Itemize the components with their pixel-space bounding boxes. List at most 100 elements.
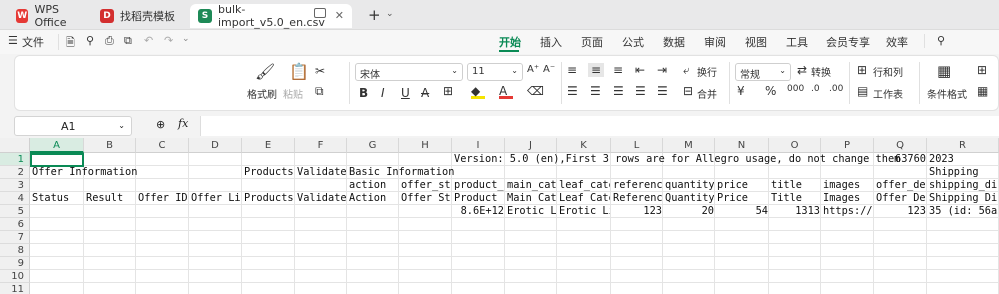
cell-o5[interactable]: 1313 [771,205,820,218]
italic-icon[interactable]: I [381,86,385,100]
cell-m5[interactable]: 20 [665,205,714,218]
paste-icon[interactable]: 📋 [289,62,309,81]
convert-icon[interactable]: ⇄ [797,63,807,77]
underline-icon[interactable]: U [401,86,410,100]
column-header-o[interactable]: O [769,138,821,153]
font-grow-icon[interactable]: A⁺ [527,64,539,75]
percent-button[interactable]: % [765,84,776,98]
format-painter-button[interactable]: 格式刷 [247,86,277,101]
clear-format-icon[interactable]: ⌫ [527,84,544,98]
active-cell-selection[interactable] [30,153,84,167]
column-header-m[interactable]: M [663,138,715,153]
ribbon-tab-formula[interactable]: 公式 [622,34,644,50]
cell-o4[interactable]: Title [771,192,820,205]
window-icon[interactable] [314,8,326,18]
cell-i3[interactable]: product_id [454,179,504,192]
more-icon[interactable]: ⌄ [182,34,190,44]
save-icon[interactable]: 🗎 [66,34,75,53]
align-top-icon[interactable]: ≡ [567,63,577,77]
strikethrough-icon[interactable]: A [421,86,429,100]
cell-b4[interactable]: Result [86,192,135,205]
cell-i1[interactable]: Version: 5.0 (en),First 3 rows are for A… [454,153,900,166]
conditional-format-icon[interactable]: ▦ [937,62,951,80]
indent-increase-icon[interactable]: ⇥ [657,63,667,77]
font-name-select[interactable]: 宋体 ⌄ [355,63,463,81]
bold-icon[interactable]: B [359,86,368,100]
increase-decimal-icon[interactable]: .0 [811,84,820,94]
column-header-h[interactable]: H [399,138,452,153]
ribbon-tab-page[interactable]: 页面 [581,34,603,50]
cell-q4[interactable]: Offer Description [876,192,926,205]
link-icon[interactable]: ⚲ [86,34,94,47]
column-header-c[interactable]: C [136,138,189,153]
currency-icon[interactable]: ¥ [737,84,745,98]
font-color-icon[interactable]: A [499,84,513,99]
cell-q1[interactable]: 63760 [876,153,926,166]
row-header-11[interactable]: 11 [0,283,30,294]
indent-decrease-icon[interactable]: ⇤ [635,63,645,77]
cell-h3[interactable]: offer_status [401,179,451,192]
cell-i4[interactable]: Product ID [454,192,504,205]
cell-a4[interactable]: Status [32,192,83,205]
cell-n3[interactable]: price [717,179,768,192]
cell-m4[interactable]: Quantity [665,192,714,205]
tab-csv-file[interactable]: S bulk-import_v5.0_en.csv ✕ [190,3,352,29]
worksheet-button[interactable]: 工作表 [873,86,903,101]
cell-j5[interactable]: Erotic Lingerie [507,205,556,218]
table-style-icon[interactable]: ▦ [977,84,988,98]
column-header-q[interactable]: Q [874,138,927,153]
column-header-l[interactable]: L [611,138,663,153]
cell-r1[interactable]: 2023 [929,153,998,166]
format-painter-icon[interactable]: 🖌 [255,62,275,81]
cell-d4[interactable]: Offer Link [191,192,241,205]
cell-r5[interactable]: 35 (id: 56a36 [929,205,998,218]
column-header-k[interactable]: K [557,138,611,153]
select-all-corner[interactable] [0,138,30,153]
row-header-9[interactable]: 9 [0,257,30,270]
cell-q3[interactable]: offer_description [876,179,926,192]
cell-n4[interactable]: Price [717,192,768,205]
cell-e4[interactable]: Products [244,192,294,205]
column-header-b[interactable]: B [84,138,136,153]
search-icon[interactable]: ⚲ [937,34,945,47]
ribbon-tab-insert[interactable]: 插入 [540,34,562,50]
tab-wps-office[interactable]: W WPS Office [8,3,88,29]
row-header-7[interactable]: 7 [0,231,30,244]
row-header-2[interactable]: 2 [0,166,30,179]
new-tab-icon[interactable]: + [368,6,381,24]
copy-icon[interactable]: ⧉ [315,84,324,99]
ribbon-tab-member[interactable]: 会员专享 [826,34,870,50]
column-header-f[interactable]: F [295,138,347,153]
ribbon-tab-tools[interactable]: 工具 [786,34,808,50]
cell-r4[interactable]: Shipping Display [929,192,998,205]
print-icon[interactable]: ⎙ [105,34,114,48]
cell-l4[interactable]: Reference [613,192,662,205]
file-menu[interactable]: 文件 [22,34,44,50]
cell-r3[interactable]: shipping_display [929,179,998,192]
fill-color-icon[interactable]: ◆ [471,84,485,99]
ribbon-tab-home[interactable]: 开始 [499,34,521,50]
cell-g2[interactable]: Basic Information [349,166,454,179]
fx-icon[interactable]: fx [178,117,188,130]
cell-l3[interactable]: reference [613,179,662,192]
row-col-button[interactable]: 行和列 [873,64,903,79]
align-center-icon[interactable]: ☰ [590,84,601,98]
ribbon-tab-data[interactable]: 数据 [663,34,685,50]
column-header-r[interactable]: R [927,138,999,153]
cell-g3[interactable]: action [349,179,398,192]
cell-e2[interactable]: Products [244,166,294,179]
cell-i5[interactable]: 8.6E+12 [454,205,504,218]
cell-p3[interactable]: images [823,179,873,192]
column-header-p[interactable]: P [821,138,874,153]
wrap-icon[interactable]: ⤶ [683,63,690,78]
merge-icon[interactable]: ⊟ [683,84,693,98]
column-header-g[interactable]: G [347,138,399,153]
hamburger-icon[interactable]: ☰ [8,34,18,47]
column-header-a[interactable]: A [30,138,84,153]
cell-j4[interactable]: Main Category [507,192,556,205]
cell-k4[interactable]: Leaf Category [559,192,610,205]
spreadsheet-grid[interactable]: ABCDEFGHIJKLMNOPQR 1 2 3 4 5 6 7 8 9 10 11 Version… [0,138,999,294]
cell-q5[interactable]: 123 [876,205,926,218]
cell-k5[interactable]: Erotic Lingerie [559,205,610,218]
undo-icon[interactable]: ↶ [144,34,153,47]
